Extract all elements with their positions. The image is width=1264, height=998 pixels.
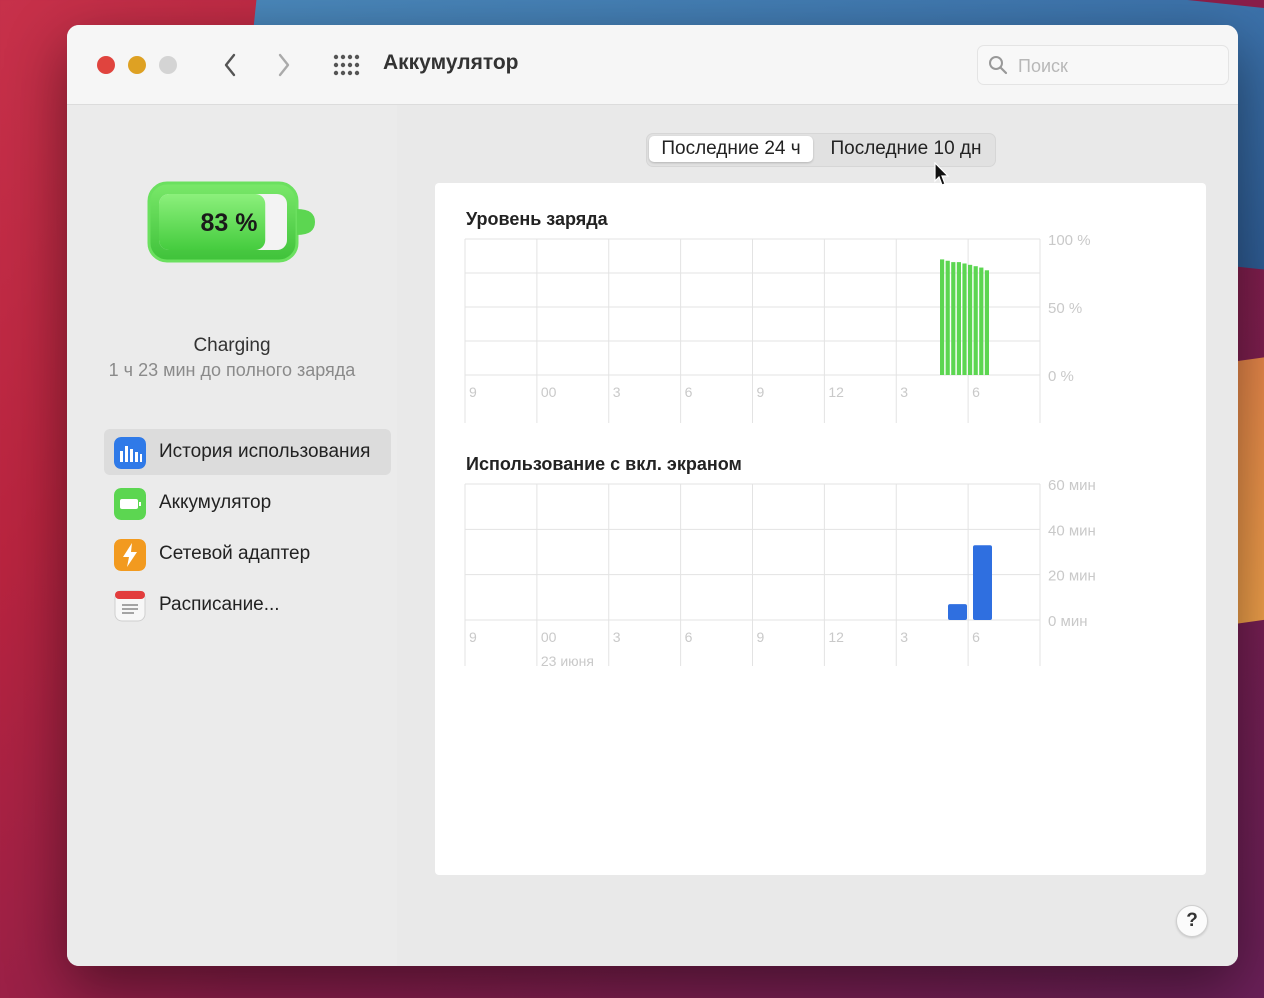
charging-status: Charging: [193, 335, 271, 356]
x-tick-label: 6: [972, 384, 980, 400]
main-content: Последние 24 ч Последние 10 дн Уровень з…: [397, 105, 1238, 966]
chart-bar: [979, 267, 984, 375]
y-tick-label: 40 мин: [1048, 522, 1096, 539]
search-field[interactable]: [977, 45, 1229, 85]
x-tick-label: 6: [685, 384, 693, 400]
y-tick-label: 100 %: [1048, 232, 1091, 249]
power-adapter-icon: [114, 539, 146, 571]
help-button[interactable]: ?: [1176, 905, 1208, 937]
chevron-left-icon: [224, 53, 236, 77]
x-tick-label: 3: [900, 384, 908, 400]
x-tick-label: 3: [900, 629, 908, 645]
chevron-right-icon: [278, 53, 290, 77]
search-icon: [989, 56, 1008, 75]
sidebar-item-schedule[interactable]: Расписание...: [104, 582, 391, 628]
minimize-button[interactable]: [128, 56, 146, 74]
charts-panel: Уровень заряда 9 00 3 6 9 12 3 6 100 % 50 % 0 % Ис…: [435, 183, 1206, 875]
chart-bar: [948, 604, 967, 620]
sidebar: 83 % Charging 1 ч 23 мин до полного заря…: [67, 105, 397, 966]
x-tick-label: 00: [541, 629, 557, 645]
x-tick-label: 6: [685, 629, 693, 645]
search-input[interactable]: [1016, 53, 1220, 79]
x-tick-label: 00: [541, 384, 557, 400]
sidebar-item-label: Сетевой адаптер: [159, 543, 311, 564]
chart-bar: [962, 263, 967, 375]
back-button[interactable]: [215, 48, 245, 82]
x-tick-label: 9: [469, 384, 477, 400]
y-tick-label: 0 %: [1048, 368, 1074, 385]
zoom-button[interactable]: [159, 56, 177, 74]
sidebar-item-label: Аккумулятор: [159, 492, 272, 513]
screen-usage-chart-title: Использование с вкл. экраном: [466, 454, 742, 474]
chart-bar: [973, 266, 978, 375]
time-to-full: 1 ч 23 мин до полного заряда: [108, 360, 356, 380]
chart-bar: [984, 270, 989, 375]
segment-last-10-days[interactable]: Последние 10 дн: [819, 136, 993, 162]
mouse-cursor-icon: [934, 162, 950, 186]
y-tick-label: 60 мин: [1048, 477, 1096, 494]
chart-bar: [951, 262, 956, 375]
y-tick-label: 0 мин: [1048, 613, 1088, 630]
battery-percent-label: 83 %: [201, 209, 258, 237]
x-tick-label: 3: [613, 629, 621, 645]
schedule-icon: [114, 590, 146, 622]
sidebar-item-usage-history[interactable]: История использования: [104, 429, 391, 475]
chart-bar: [940, 259, 945, 375]
preferences-window: Аккумулятор 83 % Charg: [67, 25, 1238, 966]
battery-level-chart-title: Уровень заряда: [466, 209, 608, 229]
chart-bar: [945, 260, 950, 375]
x-tick-label: 12: [828, 384, 844, 400]
x-tick-label: 3: [613, 384, 621, 400]
x-tick-label: 6: [972, 629, 980, 645]
title-bar: Аккумулятор: [67, 25, 1238, 105]
battery-icon: [114, 488, 146, 520]
battery-level-chart: 9 00 3 6 9 12 3 6 100 % 50 % 0 %: [464, 232, 1091, 423]
show-all-grid-icon[interactable]: [332, 53, 360, 77]
segment-last-24h[interactable]: Последние 24 ч: [649, 136, 813, 162]
sidebar-item-power-adapter[interactable]: Сетевой адаптер: [104, 531, 391, 577]
usage-history-icon: [114, 437, 146, 469]
window-title: Аккумулятор: [383, 51, 519, 74]
x-tick-label: 12: [828, 629, 844, 645]
x-date-label: 23 июня: [541, 653, 594, 669]
x-tick-label: 9: [757, 629, 765, 645]
chart-bar: [968, 264, 973, 375]
sidebar-item-label: Расписание...: [159, 594, 280, 615]
y-tick-label: 50 %: [1048, 300, 1082, 317]
x-tick-label: 9: [757, 384, 765, 400]
battery-level-icon: 83 %: [147, 181, 315, 263]
chart-bar: [973, 545, 992, 620]
screen-usage-chart: 9 00 3 6 9 12 3 6 23 июня 60 мин 40 мин 20 мин 0 мин: [464, 477, 1096, 669]
x-tick-label: 9: [469, 629, 477, 645]
chart-bar: [956, 262, 961, 375]
sidebar-item-battery[interactable]: Аккумулятор: [104, 480, 391, 526]
close-button[interactable]: [97, 56, 115, 74]
y-tick-label: 20 мин: [1048, 568, 1096, 585]
forward-button[interactable]: [269, 48, 299, 82]
sidebar-item-label: История использования: [159, 441, 371, 462]
